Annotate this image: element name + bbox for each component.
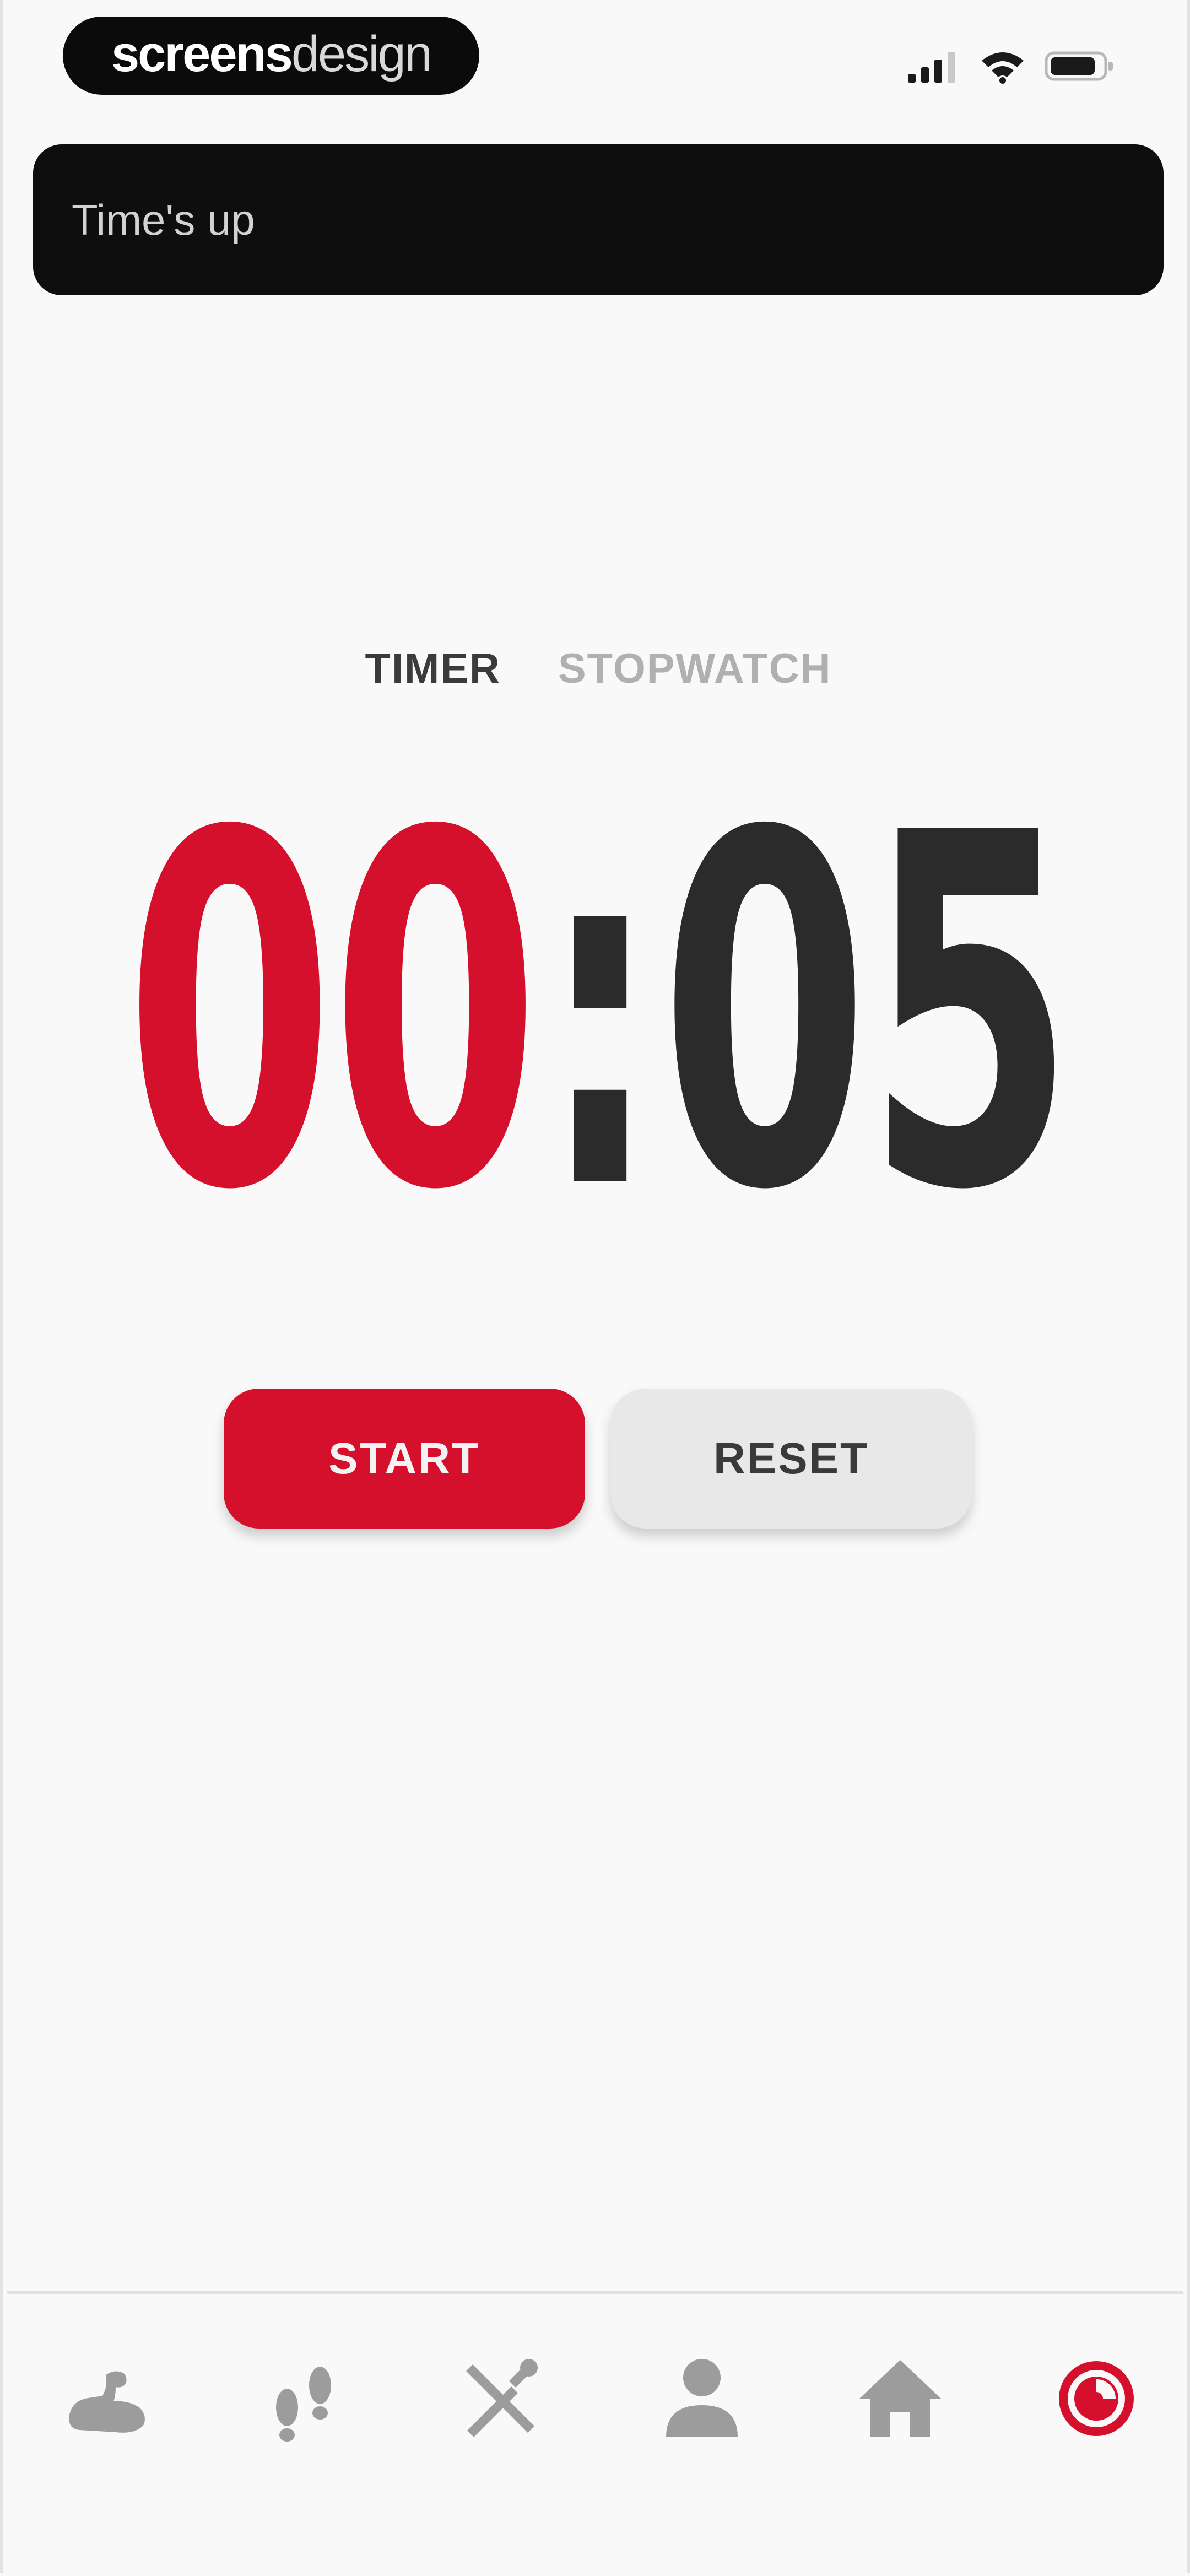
timer-icon: [1055, 2357, 1138, 2440]
reset-button[interactable]: RESET: [610, 1389, 972, 1529]
mode-tabs: TIMER STOPWATCH: [3, 645, 1190, 693]
signal-icon: [908, 48, 961, 84]
wifi-icon: [980, 48, 1026, 84]
nav-item-steps[interactable]: [255, 2349, 354, 2448]
person-icon: [661, 2354, 743, 2443]
tab-stopwatch[interactable]: STOPWATCH: [558, 645, 832, 693]
status-icons: [908, 44, 1115, 88]
bottom-nav: [7, 2291, 1183, 2576]
start-button[interactable]: START: [224, 1389, 585, 1529]
footsteps-icon: [263, 2354, 345, 2443]
battery-icon: [1045, 50, 1115, 83]
nav-item-profile[interactable]: [652, 2349, 751, 2448]
nav-item-nutrition[interactable]: [451, 2349, 550, 2448]
brand-logo-part-1: screens: [111, 25, 293, 82]
brand-logo-part-2: design: [291, 25, 432, 82]
notification-banner[interactable]: Time's up: [33, 144, 1164, 295]
app-screen: screens design Time's up TIMER STOPWATCH…: [0, 0, 1190, 2576]
nav-item-timer[interactable]: [1047, 2349, 1146, 2448]
timer-seconds: 05: [660, 731, 1075, 1296]
tab-timer[interactable]: TIMER: [365, 645, 501, 693]
timer-minutes: 00: [125, 731, 540, 1296]
nav-item-workouts[interactable]: [57, 2349, 156, 2448]
timer-display: 00:05: [125, 771, 1075, 1256]
timer-separator: :: [540, 731, 660, 1296]
notification-text: Time's up: [72, 195, 255, 244]
fork-knife-icon: [456, 2354, 544, 2443]
home-icon: [856, 2354, 944, 2443]
flexed-arm-icon: [63, 2357, 151, 2440]
brand-logo: screens design: [63, 17, 479, 95]
nav-item-home[interactable]: [851, 2349, 950, 2448]
